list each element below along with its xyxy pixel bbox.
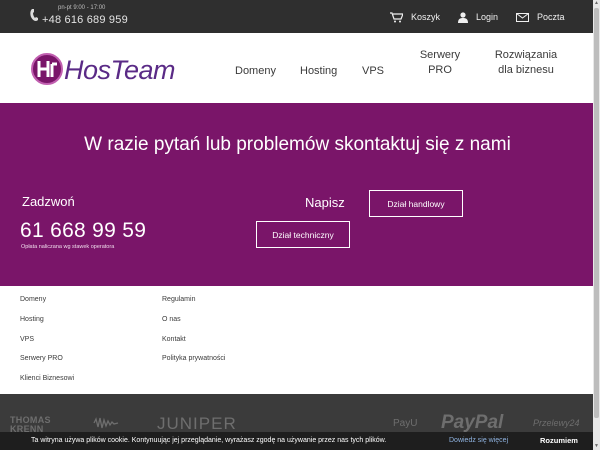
call-number[interactable]: 61 668 99 59 — [20, 219, 146, 243]
cookie-bar: Ta witryna używa plików cookie. Kontynuu… — [0, 432, 593, 450]
przelewy24-logo: Przelewy24 — [533, 418, 580, 428]
hero-title: W razie pytań lub problemów skontaktuj s… — [84, 134, 511, 155]
scroll-up-arrow-icon[interactable]: ▲ — [593, 0, 600, 7]
call-label: Zadzwoń — [22, 194, 75, 209]
call-note: Opłata naliczana wg stawek operatora — [21, 244, 115, 250]
write-label: Napisz — [305, 195, 345, 210]
cart-label: Koszyk — [411, 12, 441, 22]
site-header: HosTeam Domeny Hosting VPS Serwery PRO R… — [0, 33, 593, 103]
login-link[interactable]: Login — [458, 10, 498, 24]
footer-links: Domeny Hosting VPS Serwery PRO Klienci B… — [0, 286, 593, 394]
footer-link-klienci-biznesowi[interactable]: Klienci Biznesowi — [20, 375, 74, 382]
vertical-scrollbar[interactable]: ▲ ▼ — [593, 0, 600, 450]
user-icon — [458, 11, 468, 23]
cart-icon — [390, 11, 403, 22]
nav-vps[interactable]: VPS — [362, 64, 384, 79]
login-label: Login — [476, 12, 499, 22]
scroll-thumb[interactable] — [594, 8, 599, 418]
footer-link-o-nas[interactable]: O nas — [162, 316, 181, 323]
phone-icon — [30, 8, 38, 22]
footer-link-regulamin[interactable]: Regulamin — [162, 296, 195, 303]
mail-link[interactable]: Poczta — [516, 10, 565, 24]
footer-link-kontakt[interactable]: Kontakt — [162, 336, 186, 343]
logo-text: HosTeam — [64, 55, 176, 85]
nav-biznes-line1: Rozwiązania — [494, 49, 558, 61]
phone-number[interactable]: +48 616 689 959 — [42, 14, 128, 26]
juniper-logo: JUNIPER — [157, 414, 237, 433]
footer-link-serwery-pro[interactable]: Serwery PRO — [20, 355, 63, 362]
footer-link-domeny[interactable]: Domeny — [20, 296, 46, 303]
contact-hero: W razie pytań lub problemów skontaktuj s… — [0, 103, 593, 286]
nav-serwery-pro[interactable]: Serwery PRO — [410, 48, 470, 78]
nav-serwery-line2: PRO — [428, 64, 452, 76]
sales-department-button[interactable]: Dział handlowy — [369, 190, 463, 217]
nav-biznes-line2: dla biznesu — [498, 64, 554, 76]
nav-domeny[interactable]: Domeny — [235, 64, 276, 79]
business-hours: pn-pt 9:00 - 17:00 — [58, 5, 106, 11]
paypal-logo: PayPal — [441, 412, 504, 433]
envelope-icon — [516, 12, 529, 22]
mail-label: Poczta — [537, 12, 565, 22]
page: pn-pt 9:00 - 17:00 +48 616 689 959 Koszy… — [0, 0, 600, 450]
footer-link-polityka-prywatnosci[interactable]: Polityka prywatności — [162, 355, 225, 362]
hosteam-logo[interactable]: HosTeam — [30, 50, 192, 88]
waveform-logo-icon — [93, 417, 119, 429]
cookie-accept-button[interactable]: Rozumiem — [540, 436, 578, 445]
nav-business-solutions[interactable]: Rozwiązania dla biznesu — [490, 48, 562, 78]
nav-hosting[interactable]: Hosting — [300, 64, 337, 79]
tech-department-button[interactable]: Dział techniczny — [256, 221, 350, 248]
payu-logo: PayU — [393, 418, 418, 429]
footer-link-vps[interactable]: VPS — [20, 336, 34, 343]
footer-link-hosting[interactable]: Hosting — [20, 316, 44, 323]
top-bar: pn-pt 9:00 - 17:00 +48 616 689 959 Koszy… — [0, 0, 593, 33]
cart-link[interactable]: Koszyk — [390, 10, 440, 24]
cookie-text: Ta witryna używa plików cookie. Kontynuu… — [31, 437, 387, 444]
scroll-down-arrow-icon[interactable]: ▼ — [593, 443, 600, 450]
logo-badge-icon — [31, 53, 63, 85]
nav-serwery-line1: Serwery — [419, 49, 461, 61]
cookie-learn-more-link[interactable]: Dowiedz się więcej — [449, 437, 508, 444]
